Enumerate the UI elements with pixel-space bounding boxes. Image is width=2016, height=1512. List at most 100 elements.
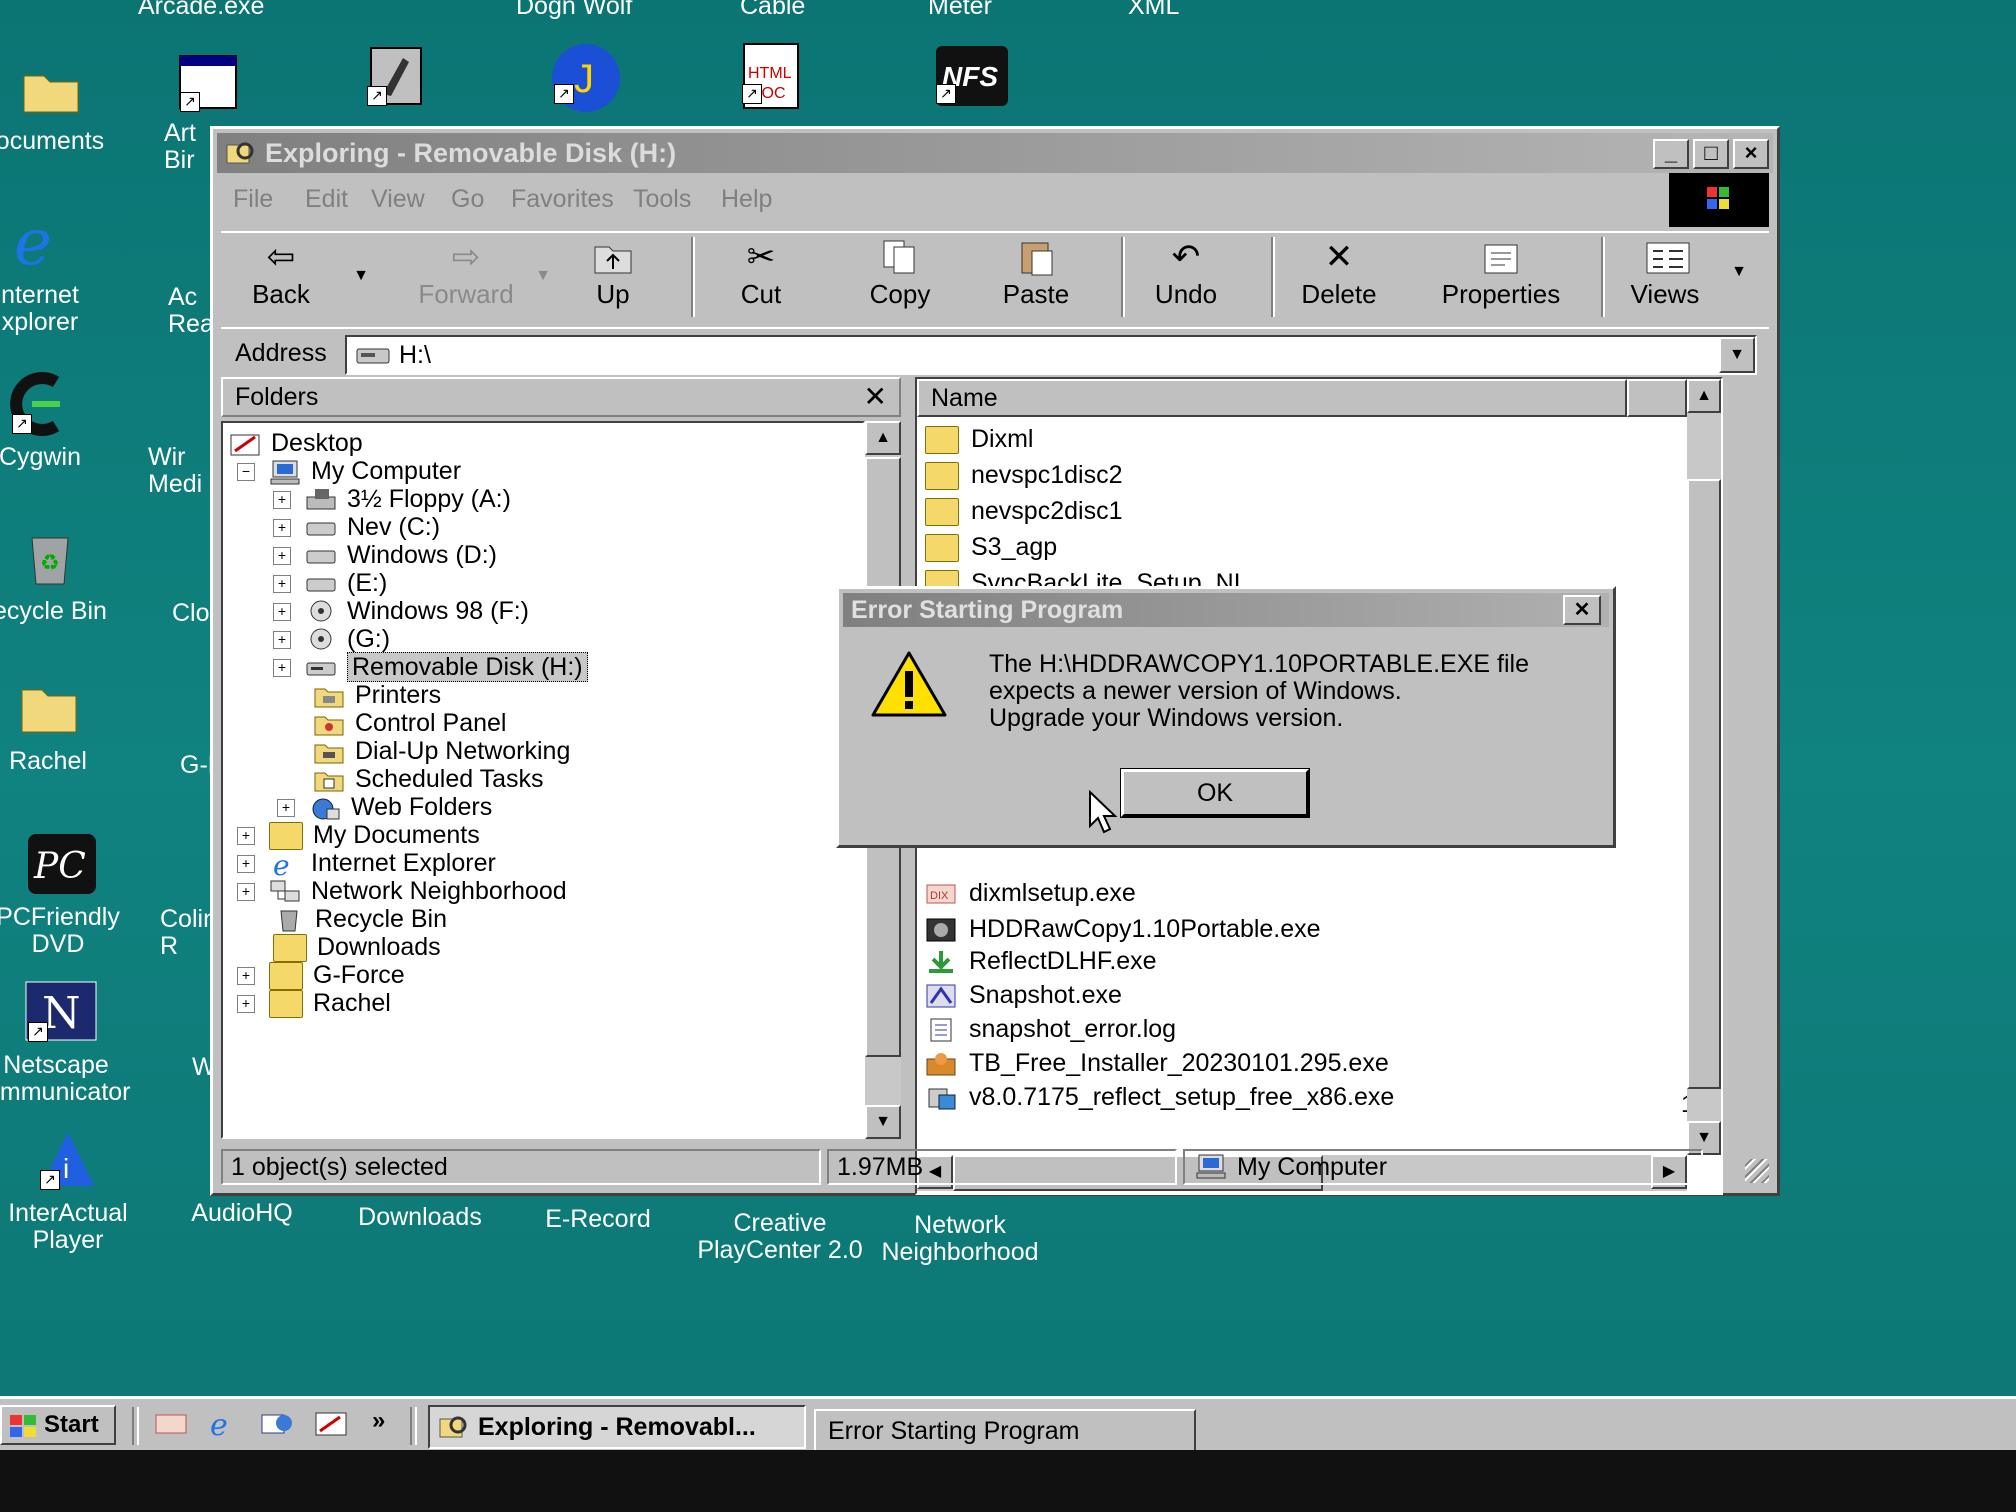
explorer-titlebar[interactable]: Exploring - Removable Disk (H:) _ □ × xyxy=(217,133,1773,173)
file-item-s3-agp[interactable]: S3_agp xyxy=(925,533,1057,563)
desktop-icon-col2-clo[interactable]: Clo xyxy=(120,600,210,627)
expand-icon[interactable]: + xyxy=(277,799,295,818)
menu-tools[interactable]: Tools xyxy=(633,185,691,214)
views-dropdown-button[interactable]: ▼ xyxy=(1729,263,1749,281)
column-header-name[interactable]: Name xyxy=(917,379,1627,417)
tree-item-g-drive[interactable]: + (G:) xyxy=(273,625,390,654)
tree-item-c-drive[interactable]: + Nev (C:) xyxy=(273,513,440,542)
tree-item-h-drive[interactable]: + Removable Disk (H:) xyxy=(273,652,588,682)
close-button[interactable]: × xyxy=(1733,139,1769,169)
properties-button[interactable]: Properties xyxy=(1421,237,1581,310)
desktop-icon-audiohq[interactable]: AudioHQ xyxy=(172,1200,312,1227)
desktop-icon-html-doc[interactable]: HTML DOC ↗ xyxy=(700,42,840,114)
dialog-titlebar[interactable]: Error Starting Program ✕ xyxy=(843,593,1609,627)
scroll-up-button[interactable]: ▲ xyxy=(1687,379,1721,413)
dialog-close-button[interactable]: ✕ xyxy=(1563,595,1601,625)
tree-item-d-drive[interactable]: + Windows (D:) xyxy=(273,541,497,570)
desktop-label-cable[interactable]: Cable xyxy=(740,0,805,21)
forward-button[interactable]: ⇨ Forward xyxy=(401,237,531,310)
tree-item-gforce[interactable]: + G-Force xyxy=(237,961,405,991)
ok-button[interactable]: OK xyxy=(1120,768,1310,818)
file-item-reflect-setup[interactable]: v8.0.7175_reflect_setup_free_x86.exe xyxy=(925,1083,1394,1112)
file-item-reflectdlhf[interactable]: ReflectDLHF.exe xyxy=(925,947,1157,976)
tree-item-printers[interactable]: Printers xyxy=(313,681,441,710)
tree-item-recycle-bin[interactable]: Recycle Bin xyxy=(273,905,447,934)
desktop-icon-netscape[interactable]: N ↗ Netscape ommunicator xyxy=(0,980,131,1106)
tree-item-network-neighborhood[interactable]: + Network Neighborhood xyxy=(237,877,567,906)
expand-icon[interactable]: + xyxy=(237,995,255,1014)
start-button[interactable]: Start xyxy=(0,1405,116,1445)
tree-item-floppy[interactable]: +3½ Floppy (A:) xyxy=(273,485,511,514)
desktop-label-dogn-wolf[interactable]: Dogn Wolf xyxy=(516,0,632,21)
cut-button[interactable]: ✂ Cut xyxy=(721,237,801,310)
minimize-button[interactable]: _ xyxy=(1653,139,1689,169)
resize-grip[interactable] xyxy=(1745,1159,1769,1183)
task-error-starting-program[interactable]: Error Starting Program xyxy=(814,1409,1196,1453)
desktop-icon-e-record[interactable]: E-Record xyxy=(528,1206,668,1233)
expand-icon[interactable]: + xyxy=(273,631,291,650)
back-button[interactable]: ⇦ Back xyxy=(239,237,323,310)
back-dropdown-button[interactable]: ▼ xyxy=(351,267,371,285)
tree-item-scheduled-tasks[interactable]: Scheduled Tasks xyxy=(313,765,544,794)
expand-icon[interactable]: + xyxy=(273,575,291,594)
views-button[interactable]: Views xyxy=(1615,237,1715,310)
tree-item-downloads[interactable]: Downloads xyxy=(273,933,441,963)
tree-item-dialup[interactable]: Dial-Up Networking xyxy=(313,737,570,766)
desktop-icon-recycle-bin[interactable]: ♻ ecycle Bin xyxy=(0,526,120,625)
desktop-label-xml[interactable]: XML xyxy=(1128,0,1179,21)
file-item-nevspc2disc1[interactable]: nevspc2disc1 xyxy=(925,497,1122,527)
desktop-icon-col2-acrobat[interactable]: Ac Rea xyxy=(120,284,214,338)
desktop-icon-col2-w[interactable]: W xyxy=(120,1054,216,1081)
desktop-icon-col2-art[interactable]: Art Bir xyxy=(120,120,210,174)
tree-item-web-folders[interactable]: + Web Folders xyxy=(277,793,492,822)
tree-item-desktop[interactable]: Desktop xyxy=(229,429,363,458)
up-button[interactable]: Up xyxy=(573,237,653,310)
desktop-icon-internet-explorer[interactable]: e nternet xplorer xyxy=(0,206,110,336)
desktop-icon-col2-gforce[interactable]: G-F xyxy=(120,752,223,779)
file-item-snapshot-error-log[interactable]: snapshot_error.log xyxy=(925,1015,1176,1044)
desktop-icon-tools-app[interactable]: ↗ xyxy=(325,44,465,116)
desktop-icon-cygwin[interactable]: ↗ Cygwin xyxy=(0,372,110,471)
menu-help[interactable]: Help xyxy=(721,185,772,214)
menu-view[interactable]: View xyxy=(371,185,425,214)
expand-icon[interactable]: + xyxy=(273,603,291,622)
menu-file[interactable]: File xyxy=(233,185,273,214)
scroll-down-button[interactable]: ▼ xyxy=(865,1105,901,1139)
menu-go[interactable]: Go xyxy=(451,185,484,214)
file-list-vertical-scrollbar[interactable]: ▲ ▼ xyxy=(1687,379,1721,1155)
collapse-icon[interactable]: − xyxy=(237,463,255,482)
tree-item-internet-explorer[interactable]: + e Internet Explorer xyxy=(237,849,496,882)
tree-item-my-computer[interactable]: − My Computer xyxy=(237,457,461,486)
quicklaunch-outlook-icon[interactable] xyxy=(260,1409,294,1439)
quicklaunch-ie-icon[interactable]: e xyxy=(206,1408,240,1443)
desktop-icon-downloads[interactable]: Downloads xyxy=(350,1204,490,1231)
forward-dropdown-button[interactable]: ▼ xyxy=(533,267,553,285)
expand-icon[interactable]: + xyxy=(237,855,255,874)
desktop-icon-network-neighborhood[interactable]: Network Neighborhood xyxy=(870,1212,1050,1266)
address-dropdown-button[interactable]: ▼ xyxy=(1719,337,1755,373)
expand-icon[interactable]: + xyxy=(237,967,255,986)
desktop-icon-rachel[interactable]: Rachel xyxy=(0,676,118,775)
desktop-icon-blue-app[interactable]: J ↗ xyxy=(512,42,652,114)
desktop-icon-creative-playcenter[interactable]: Creative PlayCenter 2.0 xyxy=(690,1210,870,1264)
tree-item-control-panel[interactable]: Control Panel xyxy=(313,709,506,738)
quicklaunch-dixml-icon[interactable] xyxy=(154,1409,188,1439)
expand-icon[interactable]: + xyxy=(273,659,291,678)
desktop-icon-nfs[interactable]: NFS ↗ xyxy=(894,42,1034,114)
copy-button[interactable]: Copy xyxy=(855,237,945,310)
quicklaunch-show-desktop-icon[interactable] xyxy=(314,1409,348,1439)
expand-icon[interactable]: + xyxy=(273,519,291,538)
tree-item-f-drive[interactable]: + Windows 98 (F:) xyxy=(273,597,529,626)
delete-button[interactable]: ✕ Delete xyxy=(1289,237,1389,310)
desktop-icon-interactual[interactable]: i ↗ InterActual Player xyxy=(0,1128,138,1254)
quicklaunch-overflow-button[interactable]: » xyxy=(372,1407,385,1435)
file-item-snapshot[interactable]: Snapshot.exe xyxy=(925,981,1122,1010)
menu-favorites[interactable]: Favorites xyxy=(511,185,614,214)
file-item-dixml[interactable]: Dixml xyxy=(925,425,1034,455)
expand-icon[interactable]: + xyxy=(237,883,255,902)
file-item-hddrawcopy[interactable]: HDDRawCopy1.10Portable.exe xyxy=(925,915,1321,944)
column-header-size[interactable] xyxy=(1627,379,1687,417)
desktop-icon-pcfriendly-dvd[interactable]: PC PCFriendly DVD xyxy=(0,832,128,958)
tree-item-e-drive[interactable]: + (E:) xyxy=(273,569,387,598)
tree-item-rachel[interactable]: + Rachel xyxy=(237,989,391,1019)
